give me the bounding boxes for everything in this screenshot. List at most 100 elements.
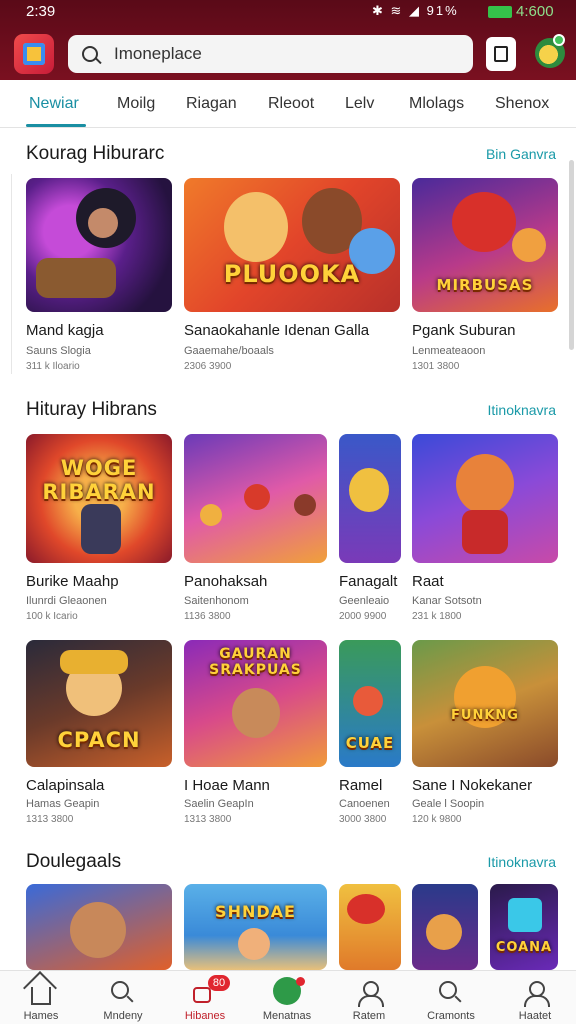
notification-dot — [553, 34, 565, 46]
game-art-text: CPACN — [57, 728, 141, 752]
status-bar: 2:39 ✱ ≋ ◢ 91% 4:600 — [0, 0, 576, 24]
bookmark-button[interactable] — [486, 37, 516, 71]
game-card[interactable] — [339, 884, 401, 970]
game-card[interactable] — [412, 884, 478, 970]
game-art-text: PLUOOKA — [223, 260, 361, 288]
nav-label: Hibanes — [184, 1010, 226, 1022]
game-thumbnail — [412, 434, 558, 563]
tab-1[interactable]: Moilg — [117, 95, 155, 113]
search-icon — [111, 981, 129, 999]
game-subtitle: Kanar Sotsotn — [412, 595, 482, 607]
nav-item-games[interactable]: Menatnas — [246, 971, 328, 1024]
game-meta: 3000 3800 — [339, 814, 387, 825]
game-meta: 120 k 9800 — [412, 814, 462, 825]
game-subtitle: Sauns Slogia — [26, 345, 91, 357]
nav-item-search[interactable]: Mndeny — [82, 971, 164, 1024]
game-art-text: MIRBUSAS — [436, 276, 534, 294]
nav-label: Hames — [23, 1010, 59, 1022]
game-card[interactable]: PLUOOKA Sanaokahanle Idenan Galla Gaaema… — [184, 178, 400, 378]
tab-5[interactable]: Mlolags — [409, 95, 464, 113]
game-thumbnail: PLUOOKA — [184, 178, 400, 312]
tab-4[interactable]: Lelv — [345, 95, 374, 113]
game-meta: 1136 3800 — [184, 611, 231, 622]
game-card[interactable]: CUAE Ramel Canoenen 3000 3800 — [339, 640, 401, 830]
game-meta: 1301 3800 — [412, 361, 460, 372]
game-title: Mand kagja — [26, 322, 104, 339]
nav-label: Mndeny — [103, 1010, 143, 1022]
section-see-all-link[interactable]: Itinoknavra — [488, 854, 556, 870]
nav-item-comments[interactable]: Cramonts — [410, 971, 492, 1024]
game-thumbnail: GAURAN SRAKPUAS — [184, 640, 327, 767]
tab-2[interactable]: Riagan — [186, 95, 237, 113]
game-card[interactable]: Mand kagja Sauns Slogia 311 k Iloario — [26, 178, 172, 378]
nav-item-account[interactable]: Haatet — [494, 971, 576, 1024]
notification-badge: 80 — [208, 975, 230, 991]
home-icon — [31, 987, 51, 1005]
game-card[interactable]: COANA — [490, 884, 558, 970]
game-thumbnail: CPACN — [26, 640, 172, 767]
nav-label: Ratem — [352, 1010, 386, 1022]
game-card[interactable]: CPACN Calapinsala Hamas Geapin 1313 3800 — [26, 640, 172, 830]
nav-item-profile[interactable]: Ratem — [328, 971, 410, 1024]
active-tab-indicator — [26, 124, 86, 127]
game-card[interactable]: FUNKNG Sane I Nokekaner Geale l Soopin 1… — [412, 640, 558, 830]
game-title: Sanaokahanle Idenan Galla — [184, 322, 370, 339]
game-subtitle: Canoenen — [339, 798, 390, 810]
game-art-text: FUNKNG — [451, 708, 519, 723]
game-thumbnail: SHNDAE — [184, 884, 327, 970]
game-card[interactable] — [26, 884, 172, 970]
game-card[interactable]: WOGE RIBARAN Burike Maahp Ilunrdi Gleaon… — [26, 434, 172, 630]
bottom-navigation: Hames Mndeny 80 Hibanes Menatnas Ratem C… — [0, 970, 576, 1024]
section-see-all-link[interactable]: Itinoknavra — [488, 402, 556, 418]
game-card[interactable]: SHNDAE — [184, 884, 327, 970]
nav-item-inbox[interactable]: 80 Hibanes — [164, 971, 246, 1024]
game-card[interactable]: Fanagalt Geenleaio 2000 9900 — [339, 434, 401, 630]
divider — [0, 174, 12, 374]
status-time: 2:39 — [26, 3, 56, 20]
section-title: Hituray Hibrans — [26, 399, 157, 420]
game-meta: 100 k Icario — [26, 611, 78, 622]
game-card[interactable]: MIRBUSAS Pgank Suburan Lenmeateaoon 1301… — [412, 178, 558, 378]
game-thumbnail — [26, 884, 172, 970]
tab-6[interactable]: Shenox — [495, 95, 549, 113]
game-thumbnail: COANA — [490, 884, 558, 970]
game-subtitle: Gaaemahe/boaals — [184, 345, 274, 357]
game-title: Burike Maahp — [26, 573, 119, 590]
game-title: Pgank Suburan — [412, 322, 516, 339]
game-subtitle: Ilunrdi Gleaonen — [26, 595, 107, 607]
scrollbar[interactable] — [569, 160, 574, 350]
app-logo-icon[interactable] — [14, 34, 54, 74]
search-icon — [439, 981, 457, 999]
game-subtitle: Geale l Soopin — [412, 798, 485, 810]
game-title: Ramel — [339, 777, 383, 794]
game-meta: 1313 3800 — [26, 814, 74, 825]
section-see-all-link[interactable]: Bin Ganvra — [486, 146, 556, 162]
status-clock-right: 4:600 — [516, 3, 554, 20]
tab-3[interactable]: Rleoot — [268, 95, 314, 113]
game-card[interactable]: Raat Kanar Sotsotn 231 k 1800 — [412, 434, 558, 630]
game-title: Calapinsala — [26, 777, 105, 794]
game-card[interactable]: GAURAN SRAKPUAS I Hoae Mann Saelin GeapI… — [184, 640, 327, 830]
game-thumbnail — [26, 178, 172, 312]
game-meta: 2000 9900 — [339, 611, 387, 622]
game-art-text: CUAE — [345, 734, 395, 752]
game-subtitle: Lenmeateaoon — [412, 345, 486, 357]
tab-0[interactable]: Newiar — [29, 95, 79, 113]
game-meta: 1313 3800 — [184, 814, 232, 825]
game-title: Panohaksah — [184, 573, 268, 590]
nav-label: Haatet — [518, 1010, 552, 1022]
search-input[interactable]: Imoneplace — [68, 35, 473, 73]
search-text: Imoneplace — [114, 44, 202, 63]
game-subtitle: Geenleaio — [339, 595, 390, 607]
nav-item-home[interactable]: Hames — [0, 971, 82, 1024]
game-card[interactable]: Panohaksah Saitenhonom 1136 3800 — [184, 434, 327, 630]
inbox-icon — [193, 987, 211, 1003]
game-art-text: GAURAN SRAKPUAS — [209, 646, 302, 678]
game-meta: 231 k 1800 — [412, 611, 462, 622]
game-art-text: COANA — [495, 940, 553, 955]
game-subtitle: Hamas Geapin — [26, 798, 100, 810]
user-icon — [357, 981, 384, 1007]
search-icon — [82, 46, 98, 62]
game-art-text: WOGE RIBARAN — [42, 456, 156, 504]
game-thumbnail: CUAE — [339, 640, 401, 767]
